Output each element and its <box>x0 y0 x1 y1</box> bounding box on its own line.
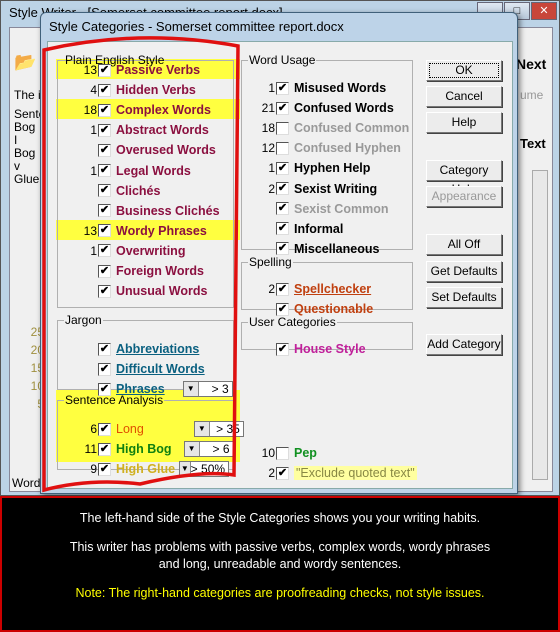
caption-line-2: This writer has problems with passive ve… <box>69 540 491 571</box>
caption-box: The left-hand side of the Style Categori… <box>0 496 560 632</box>
red-annotation-outline <box>42 36 240 493</box>
caption-note: Note: The right-hand categories are proo… <box>75 586 485 600</box>
annotation-path <box>42 36 240 493</box>
caption-line-1: The left-hand side of the Style Categori… <box>79 511 481 525</box>
